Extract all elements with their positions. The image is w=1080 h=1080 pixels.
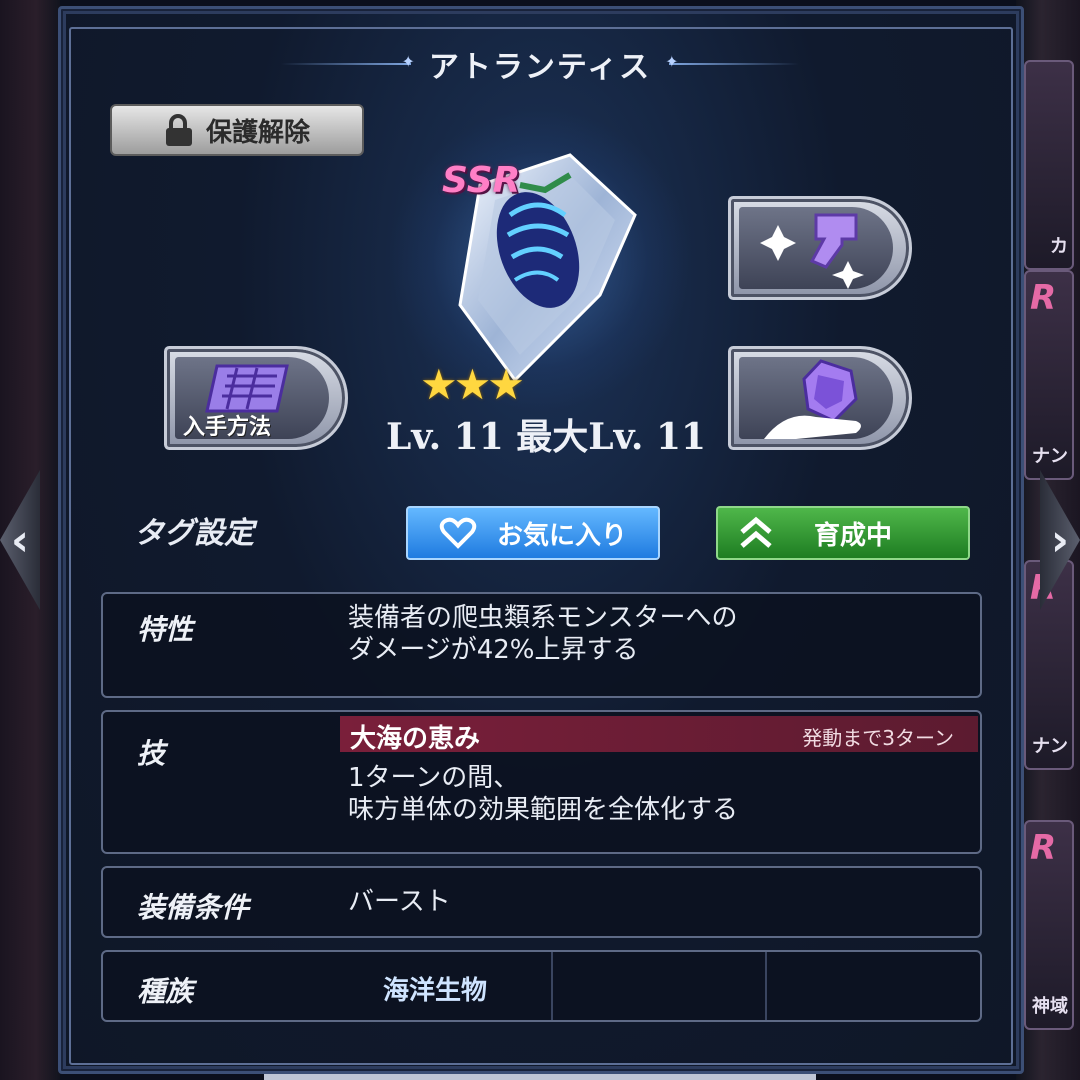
side-card-2[interactable]: R ナン <box>1024 270 1074 480</box>
heart-icon <box>439 517 477 549</box>
side-card-4[interactable]: R 神域 <box>1024 820 1074 1030</box>
race-label: 種族 <box>137 975 194 1008</box>
level-display: Lv. 11 最大Lv. 11 <box>386 416 707 458</box>
star-rating: ★★★ <box>420 360 525 409</box>
unprotect-label: 保護解除 <box>205 117 310 148</box>
skill-label: 技 <box>137 737 166 770</box>
rarity-badge: SSR <box>442 160 521 201</box>
upgrade-hammer-button[interactable] <box>728 196 912 300</box>
skill-turn-count: 発動まで3ターン <box>802 726 954 750</box>
page-title: アトランティス <box>428 50 652 85</box>
skill-name: 大海の恵み <box>350 724 481 754</box>
trait-section: 特性 装備者の爬虫類系モンスターへの ダメージが42%上昇する <box>101 592 982 698</box>
skill-line-1: 1ターンの間、 <box>348 763 520 793</box>
side-card-4-label: 神域 <box>1032 996 1068 1017</box>
training-label: 育成中 <box>814 520 893 551</box>
scroll-indicator[interactable] <box>264 1074 816 1080</box>
training-tag-button[interactable]: 育成中 <box>716 506 970 560</box>
equip-condition-section: 装備条件 バースト <box>101 866 982 938</box>
race-cell-divider-1 <box>551 952 553 1020</box>
race-value: 海洋生物 <box>383 976 488 1006</box>
side-card-1-label: カ <box>1050 236 1068 257</box>
favorite-label: お気に入り <box>496 520 627 551</box>
tag-settings-label: タグ設定 <box>134 516 254 551</box>
trait-label: 特性 <box>137 613 194 646</box>
gem-hand-icon-frame <box>739 357 893 439</box>
double-chevron-up-icon <box>740 516 772 548</box>
favorite-tag-button[interactable]: お気に入り <box>406 506 660 560</box>
obtain-method-label: 入手方法 <box>183 415 272 440</box>
race-section: 種族 海洋生物 <box>101 950 982 1022</box>
gem-hand-button[interactable] <box>728 346 912 450</box>
title-bar: アトランティス <box>0 34 1080 94</box>
side-card-2-label: ナン <box>1032 446 1068 467</box>
side-card-2-rarity: R <box>1030 278 1057 318</box>
trait-description: 装備者の爬虫類系モンスターへの ダメージが42%上昇する <box>348 602 737 666</box>
lock-icon <box>164 114 194 146</box>
equip-condition-value: バースト <box>348 887 451 917</box>
title-ornament-left <box>280 52 415 71</box>
skill-line-2: 味方単体の効果範囲を全体化する <box>348 795 739 825</box>
obtain-method-button[interactable]: 入手方法 <box>164 346 348 450</box>
side-card-3-rarity: R <box>1030 568 1068 758</box>
skill-description: 1ターンの間、 味方単体の効果範囲を全体化する <box>348 762 738 826</box>
trait-line-2: ダメージが42%上昇する <box>348 635 639 665</box>
title-ornament-right <box>665 52 800 71</box>
trait-line-1: 装備者の爬虫類系モンスターへの <box>348 603 738 633</box>
gem-in-hand-icon <box>764 359 861 439</box>
side-card-3-label: ナン <box>1032 736 1068 757</box>
hammer-icon <box>760 213 864 289</box>
race-cell-divider-2 <box>765 952 767 1020</box>
skill-section: 技 大海の恵み 発動まで3ターン 1ターンの間、 味方単体の効果範囲を全体化する <box>101 710 982 854</box>
skill-header: 大海の恵み 発動まで3ターン <box>340 716 978 754</box>
equip-condition-label: 装備条件 <box>137 891 250 924</box>
upgrade-hammer-icon-frame <box>739 207 893 289</box>
side-card-4-rarity: R <box>1030 828 1057 868</box>
unprotect-button[interactable]: 保護解除 <box>110 104 364 156</box>
